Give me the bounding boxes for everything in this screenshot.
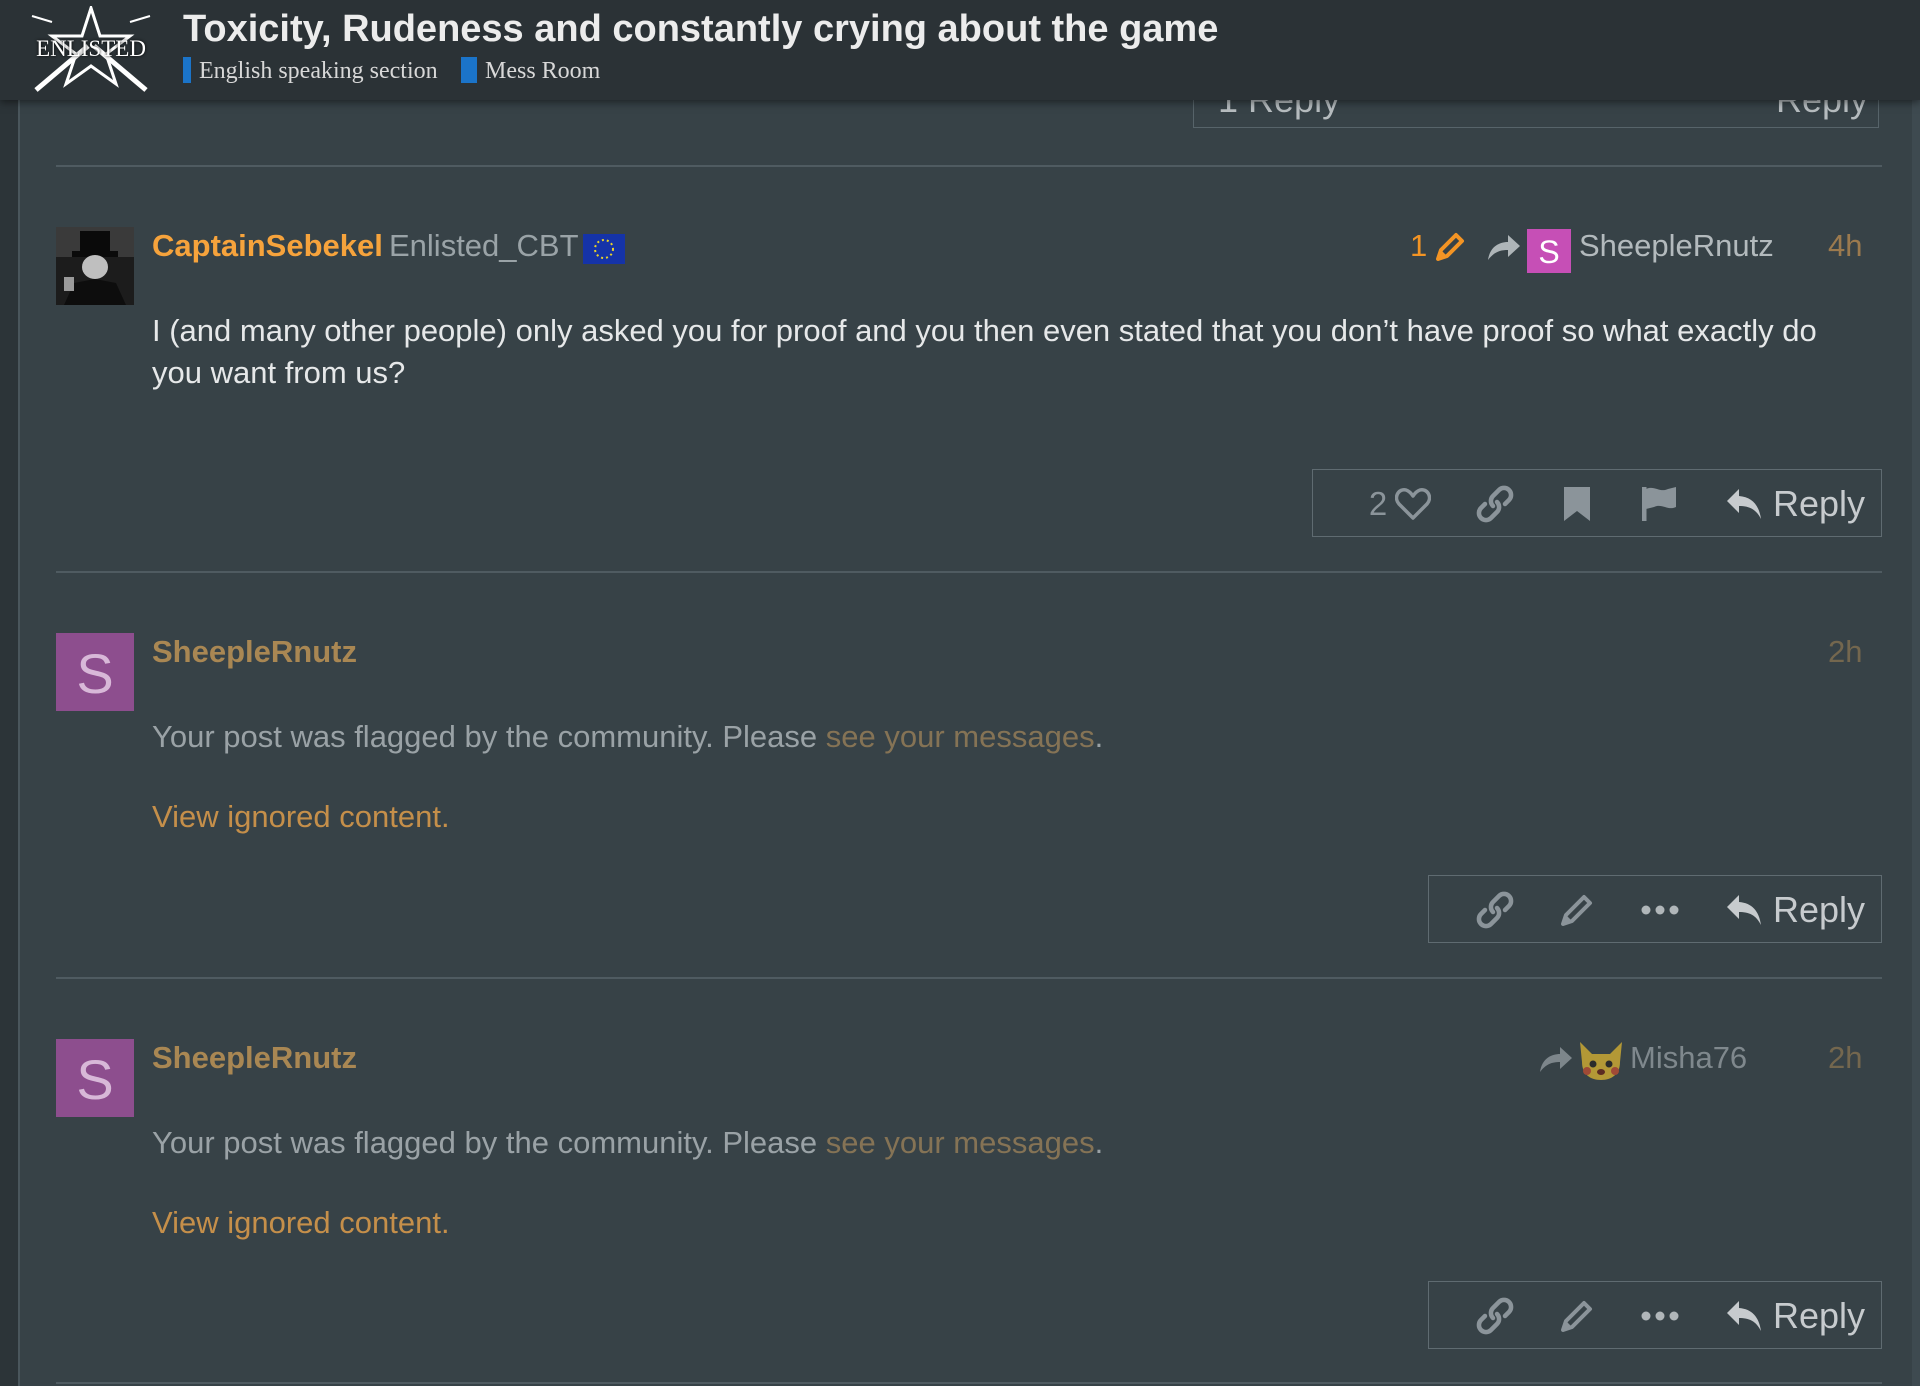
- topic-title[interactable]: Toxicity, Rudeness and constantly crying…: [183, 8, 1218, 51]
- reply-button[interactable]: Reply: [1723, 482, 1867, 526]
- breadcrumb-category[interactable]: English speaking section: [183, 57, 438, 85]
- post-divider: [56, 571, 1882, 573]
- bookmark-icon: [1564, 487, 1590, 521]
- page: ENLISTED Toxicity, Rudeness and constant…: [0, 0, 1920, 1386]
- username[interactable]: CaptainSebekel: [152, 228, 383, 264]
- share-arrow-icon: [1486, 232, 1522, 269]
- pencil-icon[interactable]: [1432, 229, 1468, 270]
- breadcrumb-category-label: English speaking section: [199, 58, 438, 84]
- see-messages-link[interactable]: see your messages: [826, 1125, 1095, 1160]
- user-title: Enlisted_CBT: [389, 228, 579, 263]
- post-body: Your post was flagged by the community. …: [152, 716, 1872, 758]
- flagged-notice: Your post was flagged by the community. …: [152, 1125, 826, 1160]
- edit-button[interactable]: [1555, 888, 1599, 932]
- category-color-badge: [183, 57, 191, 84]
- post-divider: [56, 165, 1882, 167]
- more-dots-icon: [1641, 1311, 1679, 1321]
- post-actions: 2 Reply: [1312, 469, 1882, 537]
- reply-to-avatar[interactable]: S: [1527, 229, 1571, 273]
- share-arrow-icon: [1538, 1044, 1574, 1081]
- username[interactable]: SheepleRnutz: [152, 1040, 357, 1076]
- pencil-icon: [1561, 895, 1592, 926]
- avatar[interactable]: S: [56, 633, 134, 711]
- left-rail: [0, 0, 20, 1386]
- reply-to-user[interactable]: SheepleRnutz: [1579, 228, 1774, 264]
- enlisted-logo[interactable]: ENLISTED: [30, 3, 152, 92]
- view-ignored-content-link[interactable]: View ignored content.: [152, 1205, 450, 1241]
- more-dots-icon: [1641, 905, 1679, 915]
- avatar[interactable]: [56, 227, 134, 305]
- heart-icon: [1395, 487, 1432, 520]
- link-icon: [1476, 891, 1514, 929]
- post-body: I (and many other people) only asked you…: [152, 313, 1817, 390]
- flag-icon: [1642, 487, 1676, 521]
- like-count: 2: [1368, 485, 1388, 522]
- scrollbar[interactable]: [1912, 0, 1920, 1386]
- bookmark-button[interactable]: [1555, 482, 1599, 526]
- breadcrumb-subcategory[interactable]: Mess Room: [461, 57, 601, 85]
- post-body: Your post was flagged by the community. …: [152, 1122, 1872, 1164]
- view-ignored-content-link[interactable]: View ignored content.: [152, 799, 450, 835]
- reply-to-user[interactable]: Misha76: [1630, 1040, 1747, 1076]
- edit-count[interactable]: 1: [1410, 228, 1427, 264]
- avatar[interactable]: S: [56, 1039, 134, 1117]
- post-date[interactable]: 2h: [1828, 634, 1862, 670]
- post-divider: [56, 977, 1882, 979]
- flag-button[interactable]: [1637, 482, 1681, 526]
- logo-text: ENLISTED: [36, 36, 146, 61]
- reply-label: Reply: [1772, 483, 1866, 524]
- edit-button[interactable]: [1555, 1294, 1599, 1338]
- pikachu-avatar-icon: [1580, 1042, 1622, 1080]
- reply-icon: [1726, 1301, 1761, 1331]
- username[interactable]: SheepleRnutz: [152, 634, 357, 670]
- copy-link-button[interactable]: [1473, 1294, 1517, 1338]
- flagged-notice: Your post was flagged by the community. …: [152, 719, 826, 754]
- avatar-portrait-icon: [56, 227, 134, 305]
- subcategory-color-badge: [461, 57, 477, 84]
- link-icon: [1476, 1297, 1514, 1335]
- copy-link-button[interactable]: [1473, 482, 1517, 526]
- see-messages-link[interactable]: see your messages: [826, 719, 1095, 754]
- post-divider: [56, 1382, 1882, 1384]
- reply-icon: [1726, 895, 1761, 925]
- eu-flag-icon: [583, 234, 625, 264]
- flagged-notice-end: .: [1094, 719, 1104, 754]
- like-button[interactable]: 2: [1359, 482, 1441, 526]
- reply-button[interactable]: Reply: [1723, 1294, 1867, 1338]
- post-actions: Reply: [1428, 1281, 1882, 1349]
- post-actions: Reply: [1428, 875, 1882, 943]
- reply-to-avatar[interactable]: [1578, 1040, 1624, 1087]
- more-actions-button[interactable]: [1635, 1294, 1685, 1338]
- reply-button[interactable]: Reply: [1723, 888, 1867, 932]
- pencil-icon: [1561, 1301, 1592, 1332]
- reply-label: Reply: [1772, 1295, 1866, 1336]
- breadcrumb-subcategory-label: Mess Room: [485, 58, 601, 84]
- flagged-notice-end: .: [1094, 1125, 1104, 1160]
- link-icon: [1476, 485, 1514, 523]
- more-actions-button[interactable]: [1635, 888, 1685, 932]
- post-date[interactable]: 4h: [1828, 228, 1862, 264]
- reply-icon: [1726, 489, 1761, 519]
- topic-header: ENLISTED Toxicity, Rudeness and constant…: [0, 0, 1920, 100]
- copy-link-button[interactable]: [1473, 888, 1517, 932]
- reply-label: Reply: [1772, 889, 1866, 930]
- post-date[interactable]: 2h: [1828, 1040, 1862, 1076]
